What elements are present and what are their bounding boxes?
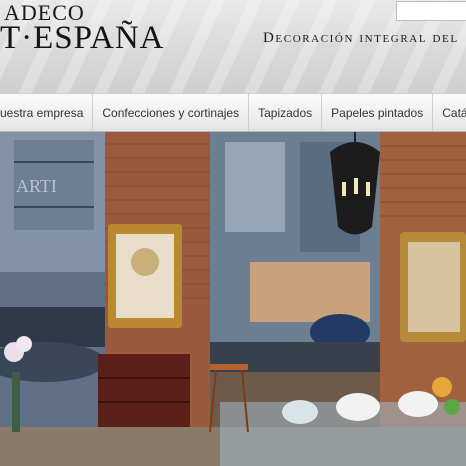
nav-item-confecciones[interactable]: Confecciones y cortinajes xyxy=(93,94,250,131)
site-tagline: Decoración integral del xyxy=(263,30,459,46)
nav-item-papeles[interactable]: Papeles pintados xyxy=(322,94,434,131)
street-sign-text: ARTI xyxy=(16,176,57,196)
site-header: ADECO T·ESPAÑA Decoración integral del xyxy=(0,0,466,93)
nav-item-empresa[interactable]: uestra empresa xyxy=(0,94,94,131)
search-input[interactable] xyxy=(396,1,466,21)
nav-item-catalogo[interactable]: Catálogo de muebles xyxy=(433,94,466,131)
shop-interior-image: ARTI xyxy=(0,132,466,466)
logo-line-2[interactable]: T·ESPAÑA xyxy=(0,20,164,57)
main-nav: uestra empresa Confecciones y cortinajes… xyxy=(0,93,466,132)
hero-photo: ARTI xyxy=(0,132,466,466)
nav-item-tapizados[interactable]: Tapizados xyxy=(249,94,323,131)
